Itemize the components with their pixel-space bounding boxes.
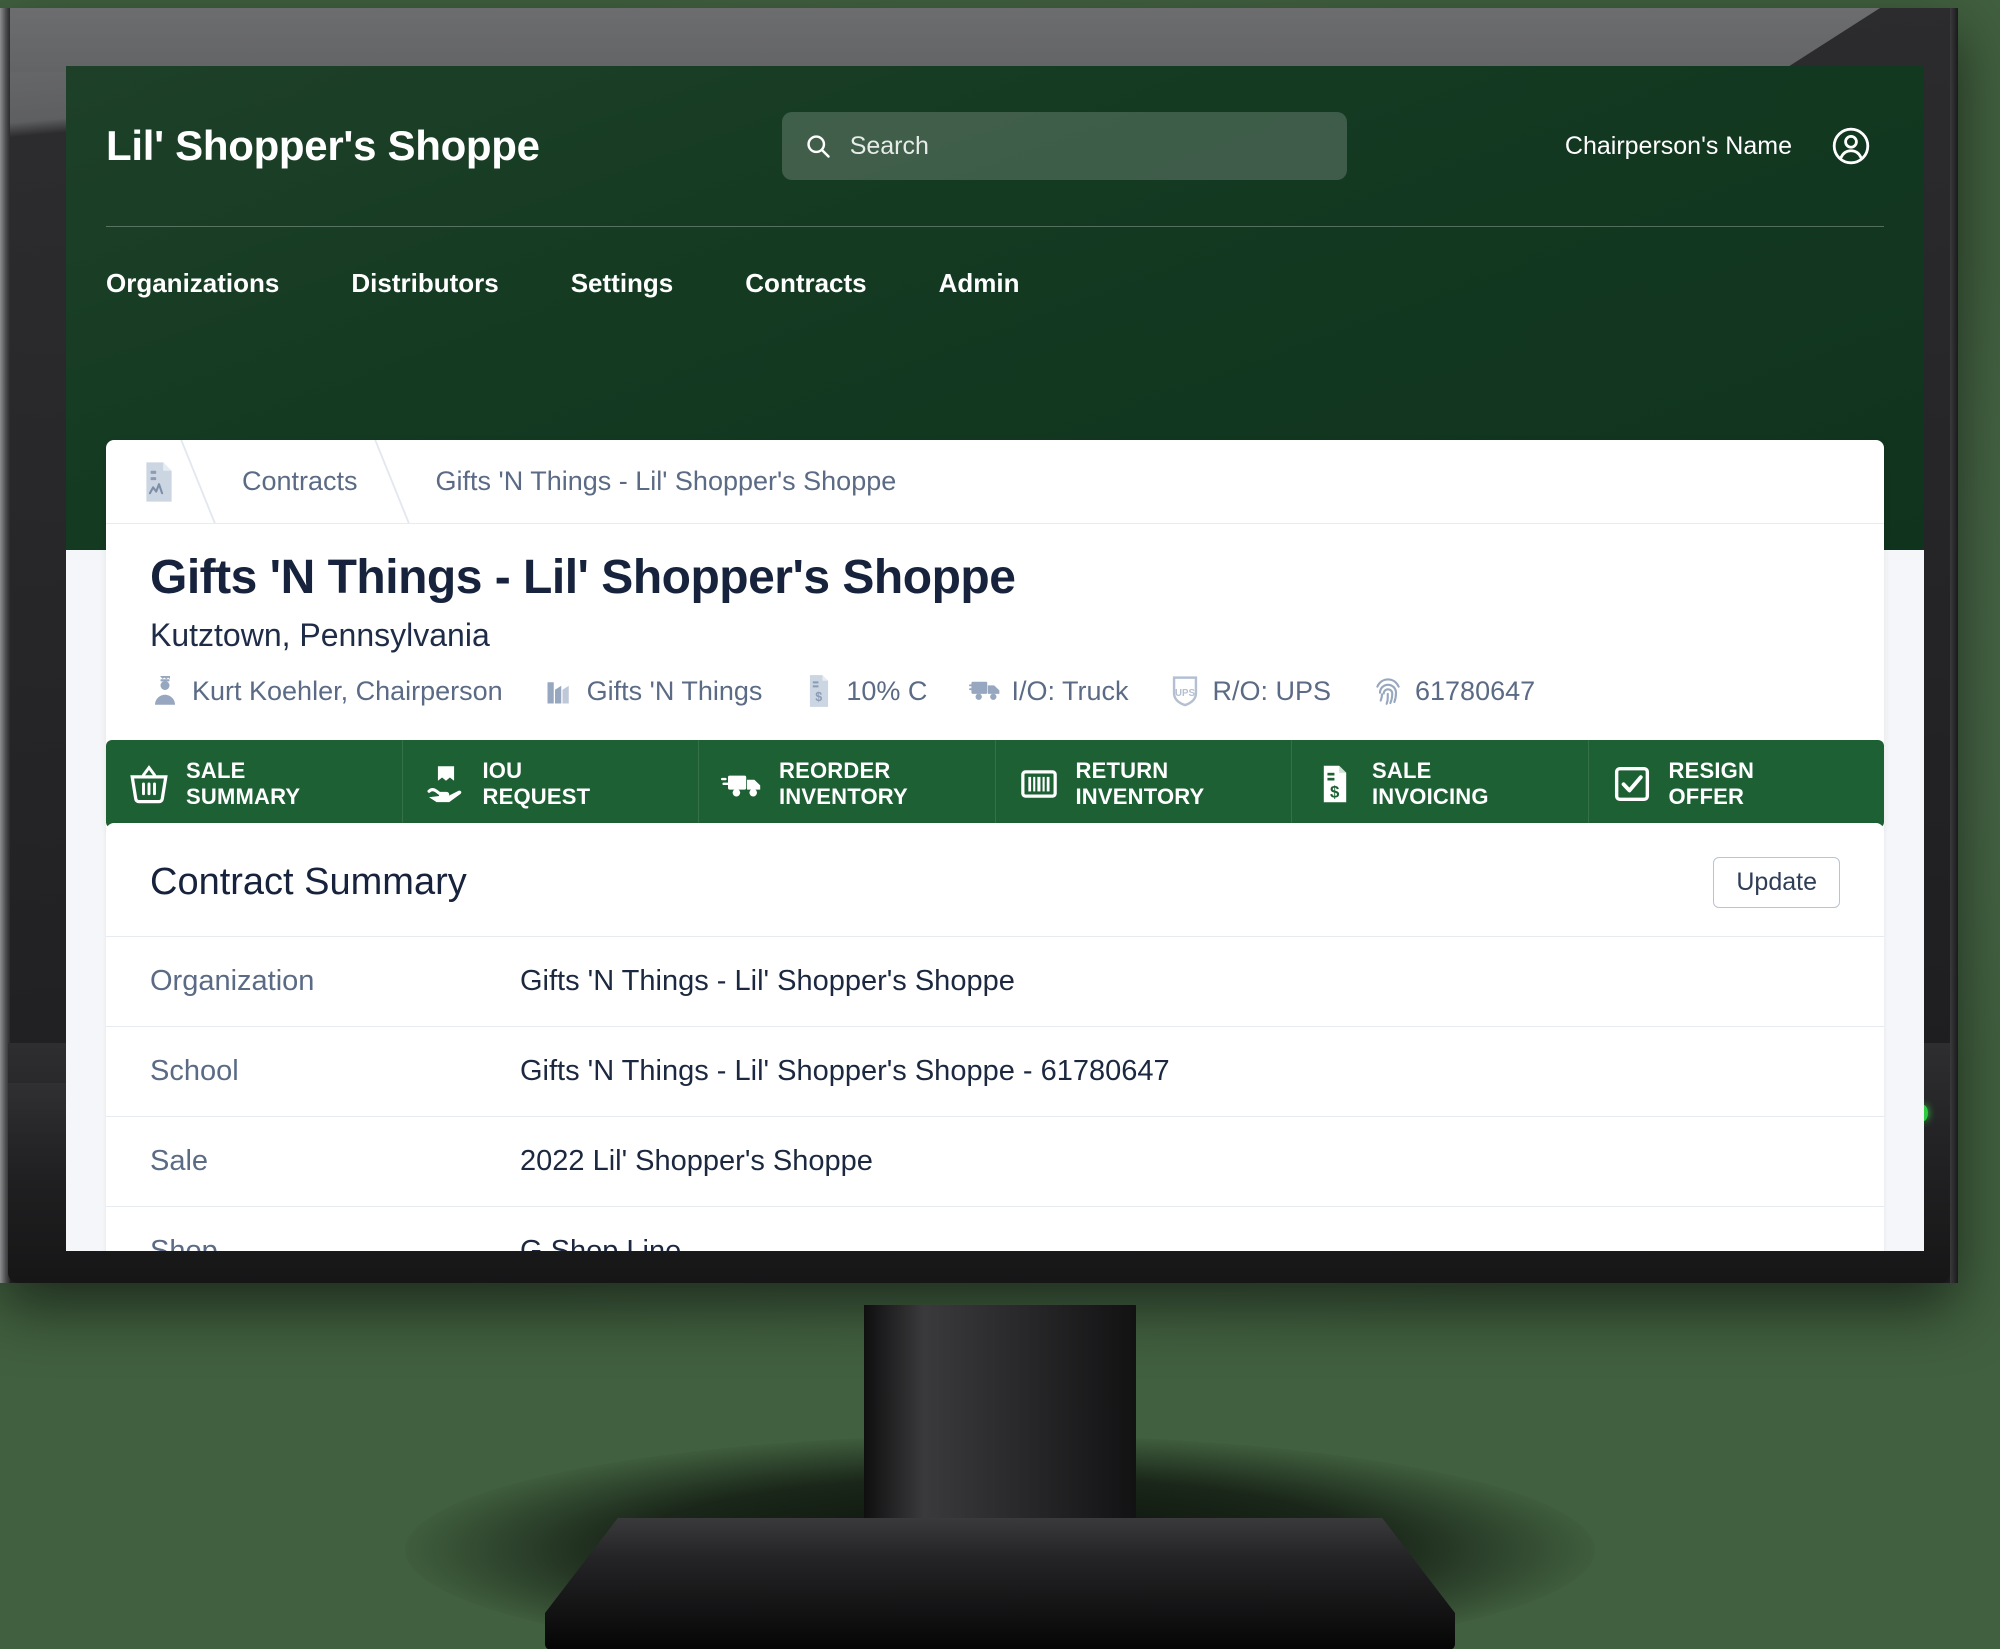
action-tab-sale-summary-label: SALE SUMMARY	[186, 758, 300, 810]
meta-inbound-label: I/O: Truck	[1011, 675, 1129, 706]
meta-id: 61780647	[1373, 674, 1535, 708]
action-tab-reorder-inventory[interactable]: REORDER INVENTORY	[699, 740, 996, 828]
meta-commission: $ 10% C	[804, 674, 927, 708]
meta-outbound: UPS R/O: UPS	[1170, 674, 1331, 708]
monitor-mockup: Lil' Shopper's Shoppe Search Chairperson…	[0, 0, 2000, 1649]
action-tab-line1: IOU	[482, 758, 523, 783]
bezel-top-highlight	[0, 8, 1880, 72]
action-tab-line2: SUMMARY	[186, 783, 301, 809]
meta-commission-label: 10% C	[846, 675, 928, 706]
svg-text:UPS: UPS	[1175, 688, 1195, 699]
summary-row-key: Sale	[150, 1145, 209, 1177]
summary-row-value: G Shop Line	[520, 1235, 682, 1251]
summary-row-key: Shop	[150, 1235, 218, 1251]
screen-viewport: Lil' Shopper's Shoppe Search Chairperson…	[66, 66, 1924, 1251]
action-tab-sale-invoicing[interactable]: $ SALE INVOICING	[1292, 740, 1589, 828]
page-subtitle-location: Kutztown, Pennsylvania	[150, 617, 490, 653]
action-tab-line1: RESIGN	[1668, 758, 1755, 783]
summary-row-organization: Organization Gifts 'N Things - Lil' Shop…	[106, 936, 1884, 1026]
document-chart-icon	[142, 461, 176, 503]
action-tab-sale-invoicing-label: SALE INVOICING	[1372, 758, 1489, 810]
invoice-dollar-icon: $	[804, 674, 834, 708]
action-tab-return-inventory-label: RETURN INVENTORY	[1076, 758, 1205, 810]
meta-chairperson-label: Kurt Koehler, Chairperson	[192, 675, 503, 706]
action-tab-line2: INVOICING	[1372, 783, 1489, 809]
page-title: Gifts 'N Things - Lil' Shopper's Shoppe	[150, 551, 1016, 604]
action-tab-line2: REQUEST	[482, 783, 591, 809]
action-tab-resign-offer[interactable]: RESIGN OFFER	[1589, 740, 1885, 828]
contract-meta-row: Kurt Koehler, Chairperson Gifts 'N Thing…	[150, 674, 1840, 732]
summary-row-value: Gifts 'N Things - Lil' Shopper's Shoppe	[520, 965, 1015, 997]
contract-detail-header-card: Contracts Gifts 'N Things - Lil' Shopper…	[106, 440, 1884, 828]
action-tab-resign-offer-label: RESIGN OFFER	[1669, 758, 1755, 810]
action-tab-iou-request[interactable]: IOU REQUEST	[403, 740, 699, 828]
action-tab-sale-summary[interactable]: SALE SUMMARY	[106, 740, 403, 828]
summary-row-value: 2022 Lil' Shopper's Shoppe	[520, 1145, 873, 1177]
checkbox-icon	[1611, 763, 1653, 805]
action-tab-reorder-inventory-label: REORDER INVENTORY	[779, 758, 908, 810]
contract-summary-card: Contract Summary Update Organization Gif…	[106, 823, 1884, 1251]
meta-inbound: I/O: Truck	[969, 674, 1128, 708]
summary-row-sale: Sale 2022 Lil' Shopper's Shoppe	[106, 1116, 1884, 1206]
meta-distributor-label: Gifts 'N Things	[586, 675, 763, 706]
hand-box-icon	[425, 763, 467, 805]
contract-summary-title: Contract Summary	[150, 861, 467, 903]
action-tab-iou-request-label: IOU REQUEST	[483, 758, 591, 810]
action-tab-return-inventory[interactable]: RETURN INVENTORY	[996, 740, 1292, 828]
page-content: Contracts Gifts 'N Things - Lil' Shopper…	[66, 66, 1924, 1251]
meta-chairperson: Kurt Koehler, Chairperson	[150, 674, 503, 708]
breadcrumb-item-contracts[interactable]: Contracts	[198, 440, 392, 523]
fingerprint-icon	[1373, 674, 1403, 708]
action-tab-line1: SALE	[1372, 758, 1432, 783]
summary-row-key: Organization	[150, 965, 315, 997]
update-button[interactable]: Update	[1713, 857, 1840, 908]
action-tab-line2: OFFER	[1668, 783, 1745, 809]
ups-icon: UPS	[1170, 674, 1200, 708]
factory-icon	[545, 674, 575, 708]
svg-text:$: $	[816, 690, 823, 704]
svg-text:$: $	[1330, 782, 1340, 801]
meta-outbound-label: R/O: UPS	[1212, 675, 1331, 706]
summary-row-key: School	[150, 1055, 239, 1087]
contract-title-block: Gifts 'N Things - Lil' Shopper's Shoppe …	[106, 524, 1884, 740]
action-tab-line2: INVENTORY	[779, 783, 908, 809]
monitor-stand-base	[545, 1518, 1455, 1649]
truck-icon	[969, 674, 1000, 708]
invoice-dollar-icon: $	[1314, 763, 1356, 805]
contract-action-tabs: SALE SUMMARY IOU REQUEST REORDER INVENTO…	[106, 740, 1884, 828]
breadcrumb-home[interactable]	[106, 440, 198, 523]
contract-summary-header: Contract Summary Update	[106, 823, 1884, 936]
monitor-stand-neck	[864, 1305, 1136, 1550]
action-tab-line1: RETURN	[1075, 758, 1169, 783]
breadcrumb-item-current[interactable]: Gifts 'N Things - Lil' Shopper's Shoppe	[392, 440, 931, 523]
barcode-icon	[1018, 763, 1060, 805]
meta-id-label: 61780647	[1415, 675, 1536, 706]
action-tab-line1: REORDER	[779, 758, 891, 783]
chairperson-icon	[150, 674, 180, 708]
meta-distributor: Gifts 'N Things	[545, 674, 763, 708]
basket-icon	[128, 763, 170, 805]
summary-row-value: Gifts 'N Things - Lil' Shopper's Shoppe …	[520, 1055, 1170, 1087]
action-tab-line1: SALE	[186, 758, 246, 783]
summary-row-school: School Gifts 'N Things - Lil' Shopper's …	[106, 1026, 1884, 1116]
action-tab-line2: INVENTORY	[1075, 783, 1205, 809]
bezel-right-edge	[1950, 8, 1958, 1283]
breadcrumb: Contracts Gifts 'N Things - Lil' Shopper…	[106, 440, 1884, 524]
delivery-truck-icon	[721, 763, 763, 805]
summary-row-shop: Shop G Shop Line	[106, 1206, 1884, 1251]
